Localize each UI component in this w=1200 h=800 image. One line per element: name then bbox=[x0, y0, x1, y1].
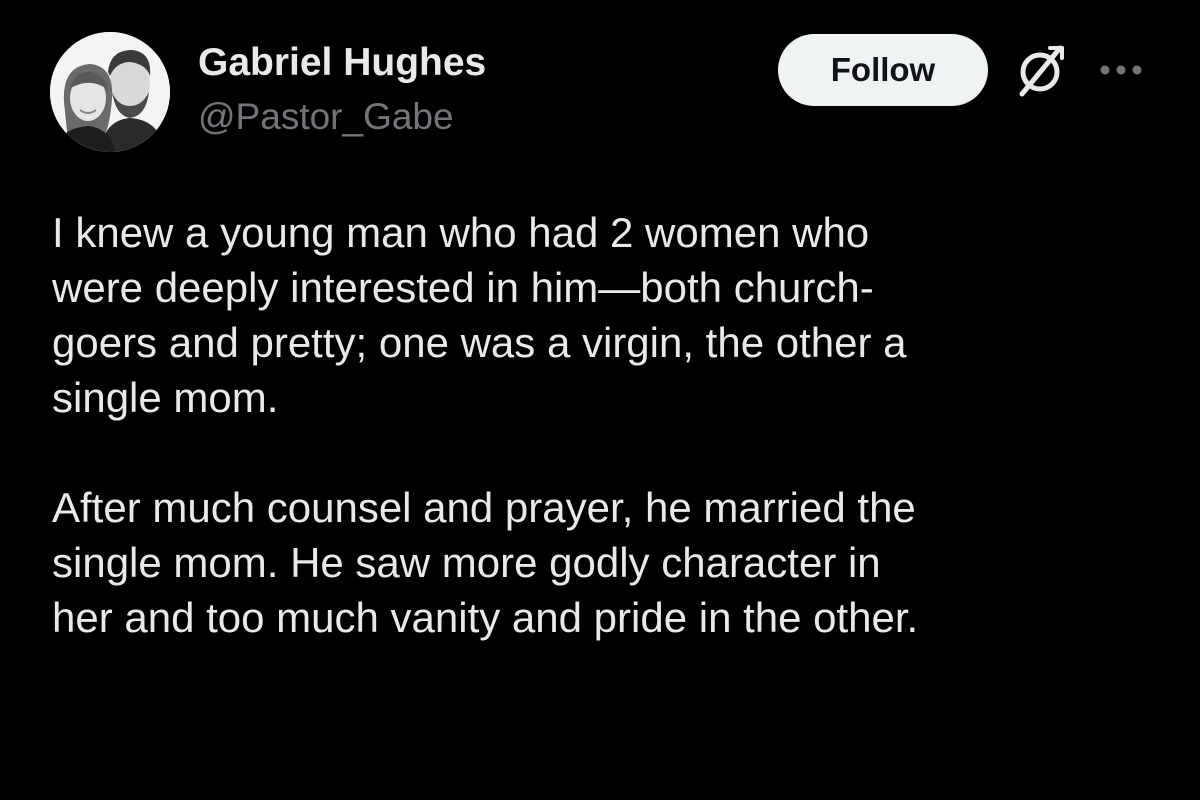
post-text-line: single mom. He saw more godly character … bbox=[52, 539, 881, 586]
post-card: Gabriel Hughes @Pastor_Gabe Follow I kne… bbox=[0, 0, 1200, 800]
grok-icon[interactable] bbox=[1010, 40, 1070, 100]
post-text-line: single mom. bbox=[52, 374, 279, 421]
author-info: Gabriel Hughes @Pastor_Gabe bbox=[198, 40, 486, 140]
avatar-image bbox=[50, 32, 170, 152]
more-options-icon[interactable] bbox=[1092, 50, 1150, 90]
avatar[interactable] bbox=[50, 32, 170, 152]
post-text: I knew a young man who had 2 women who w… bbox=[52, 205, 1152, 645]
follow-button[interactable]: Follow bbox=[778, 34, 988, 106]
post-header: Gabriel Hughes @Pastor_Gabe Follow bbox=[50, 32, 1150, 156]
author-display-name[interactable]: Gabriel Hughes bbox=[198, 40, 486, 86]
post-paragraph: I knew a young man who had 2 women who w… bbox=[52, 205, 1152, 425]
post-text-line: goers and pretty; one was a virgin, the … bbox=[52, 319, 907, 366]
post-text-line: were deeply interested in him—both churc… bbox=[52, 264, 874, 311]
post-text-line: After much counsel and prayer, he marrie… bbox=[52, 484, 916, 531]
post-paragraph: After much counsel and prayer, he marrie… bbox=[52, 480, 1152, 645]
post-text-line: I knew a young man who had 2 women who bbox=[52, 209, 870, 256]
post-text-line: her and too much vanity and pride in the… bbox=[52, 594, 919, 641]
author-handle[interactable]: @Pastor_Gabe bbox=[198, 94, 486, 140]
